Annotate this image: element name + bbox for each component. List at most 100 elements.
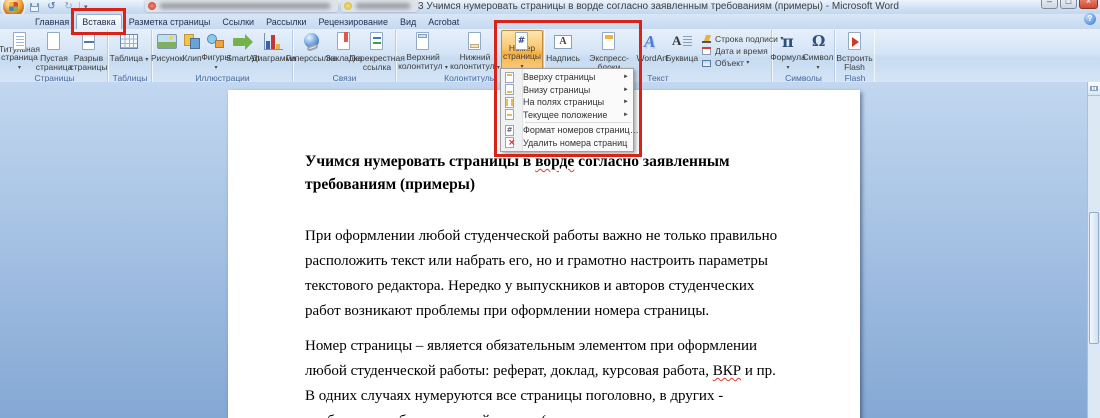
cover-page-icon bbox=[8, 32, 32, 43]
maximize-button[interactable]: □ bbox=[1060, 0, 1077, 9]
menu-item-bottom-of-page[interactable]: Внизу страницы ► bbox=[501, 84, 633, 97]
redo-icon: ↻ bbox=[64, 1, 72, 13]
tab-acrobat[interactable]: Acrobat bbox=[423, 15, 464, 29]
blurred-window-title-1 bbox=[145, 0, 338, 12]
blank-page-icon bbox=[42, 32, 66, 52]
object-button[interactable]: Объект ▾ bbox=[701, 58, 773, 68]
menu-item-current-position[interactable]: Текущее положение ► bbox=[501, 109, 633, 122]
tab-insert[interactable]: Вставка bbox=[76, 14, 121, 29]
object-icon bbox=[701, 58, 712, 68]
menu-item-remove-page-numbers[interactable]: Удалить номера страниц bbox=[501, 137, 633, 150]
tab-review[interactable]: Рецензирование bbox=[313, 15, 393, 29]
chart-icon bbox=[262, 32, 286, 52]
remove-page-numbers-icon bbox=[504, 137, 516, 148]
bottom-of-page-icon bbox=[504, 84, 516, 95]
picture-icon bbox=[155, 32, 179, 52]
shapes-button[interactable]: Фигуры ▾ bbox=[203, 30, 229, 72]
menu-item-page-margins[interactable]: На полях страницы ► bbox=[501, 96, 633, 109]
tab-home[interactable]: Главная bbox=[30, 15, 74, 29]
header-icon bbox=[411, 32, 435, 51]
tab-view[interactable]: Вид bbox=[395, 15, 421, 29]
ribbon-group-pages: Титульная страница ▾ Пустая страница Раз… bbox=[2, 30, 108, 83]
menu-separator bbox=[525, 122, 631, 123]
chevron-down-icon: ▾ bbox=[84, 4, 88, 11]
blank-page-button[interactable]: Пустая страница bbox=[37, 30, 71, 72]
table-icon bbox=[117, 32, 141, 52]
scrollbar-thumb[interactable] bbox=[1089, 212, 1099, 344]
undo-icon: ↺ bbox=[47, 1, 55, 13]
quick-parts-icon bbox=[597, 32, 621, 52]
submenu-arrow-icon: ► bbox=[623, 74, 629, 80]
help-button[interactable]: ? bbox=[1084, 13, 1096, 25]
wordart-icon bbox=[640, 32, 664, 52]
document-paragraph-2: Номер страницы – является обязательным э… bbox=[305, 334, 783, 418]
submenu-arrow-icon: ► bbox=[623, 87, 629, 93]
red-app-icon bbox=[148, 2, 156, 10]
minimize-button[interactable]: – bbox=[1041, 0, 1058, 9]
equation-button[interactable]: Формула ▾ bbox=[773, 30, 803, 72]
submenu-arrow-icon: ► bbox=[623, 112, 629, 118]
quick-parts-button[interactable]: Экспресс-блоки bbox=[581, 30, 637, 72]
qat-customize-button[interactable]: ▾ bbox=[84, 3, 88, 11]
page-break-button[interactable]: Разрыв страницы bbox=[71, 30, 106, 72]
blurred-text bbox=[356, 3, 410, 9]
save-icon bbox=[30, 3, 39, 12]
yellow-app-icon bbox=[344, 2, 352, 10]
dropdown-arrow-icon: ▾ bbox=[145, 57, 148, 63]
symbol-button[interactable]: Символ ▾ bbox=[803, 30, 833, 72]
chart-button[interactable]: Диаграмма bbox=[257, 30, 291, 72]
header-button[interactable]: Верхний колонтитул ▾ bbox=[397, 30, 449, 72]
wordart-button[interactable]: WordArt bbox=[637, 30, 667, 72]
embed-flash-button[interactable]: Встроить Flash bbox=[836, 30, 873, 72]
current-position-icon bbox=[504, 109, 516, 120]
menu-item-top-of-page[interactable]: Вверху страницы ► bbox=[501, 71, 633, 84]
smartart-icon bbox=[231, 32, 255, 52]
page-break-icon bbox=[77, 32, 101, 52]
dropdown-arrow-icon: ▾ bbox=[445, 65, 448, 71]
symbol-icon bbox=[806, 32, 830, 51]
undo-button[interactable]: ↺ bbox=[45, 1, 58, 13]
clipart-button[interactable]: Клип bbox=[181, 30, 203, 72]
cross-reference-icon bbox=[365, 32, 389, 52]
smartart-button[interactable]: SmartArt bbox=[229, 30, 257, 72]
ribbon-group-illustrations: Рисунок Клип Фигуры ▾ SmartArt Диаграмма bbox=[153, 30, 293, 83]
drop-cap-button[interactable]: Буквица bbox=[667, 30, 697, 72]
dropdown-arrow-icon: ▾ bbox=[18, 65, 21, 71]
clipart-icon bbox=[180, 32, 204, 52]
close-button[interactable]: × bbox=[1079, 0, 1098, 9]
page-number-dropdown-menu: Вверху страницы ► Внизу страницы ► На по… bbox=[500, 68, 634, 152]
tab-mailings[interactable]: Рассылки bbox=[261, 15, 311, 29]
vertical-scrollbar[interactable] bbox=[1087, 82, 1100, 418]
date-time-icon bbox=[701, 46, 712, 56]
tab-references[interactable]: Ссылки bbox=[217, 15, 259, 29]
signature-line-button[interactable]: Строка подписи ▾ bbox=[701, 34, 773, 44]
page-number-button[interactable]: Номер страницы ▾ bbox=[501, 30, 543, 72]
ribbon-group-links: Гиперссылка Закладка Перекрестная ссылка… bbox=[294, 30, 396, 83]
picture-button[interactable]: Рисунок bbox=[153, 30, 181, 72]
window-controls: – □ × bbox=[1041, 0, 1098, 9]
footer-icon bbox=[463, 32, 487, 51]
page-number-icon bbox=[510, 32, 534, 42]
table-button[interactable]: Таблица ▾ bbox=[109, 30, 149, 72]
dropdown-arrow-icon: ▾ bbox=[816, 65, 819, 71]
redo-button[interactable]: ↻ bbox=[62, 1, 75, 13]
save-button[interactable] bbox=[28, 1, 41, 13]
date-time-button[interactable]: Дата и время bbox=[701, 46, 773, 56]
dropdown-arrow-icon: ▾ bbox=[214, 65, 217, 71]
word-window: ↺ ↻ ▾ 3 Учимся нумеровать страницы в вор… bbox=[0, 0, 1100, 418]
menu-item-format-page-numbers[interactable]: Формат номеров страниц… bbox=[501, 124, 633, 137]
shapes-icon bbox=[204, 32, 228, 51]
tab-page-layout[interactable]: Разметка страницы bbox=[124, 15, 216, 29]
misspelled-word: ворде bbox=[535, 153, 574, 170]
blurred-text bbox=[160, 3, 330, 9]
embed-flash-icon bbox=[843, 32, 867, 52]
text-box-button[interactable]: Надпись bbox=[545, 30, 581, 72]
ruler-toggle-button[interactable] bbox=[1088, 82, 1100, 96]
window-title: 3 Учимся нумеровать страницы в ворде сог… bbox=[418, 1, 899, 13]
footer-button[interactable]: Нижний колонтитул ▾ bbox=[449, 30, 501, 72]
cover-page-button[interactable]: Титульная страница ▾ bbox=[2, 30, 37, 72]
signature-line-icon bbox=[701, 34, 712, 44]
hyperlink-button[interactable]: Гиперссылка bbox=[294, 30, 329, 72]
cross-reference-button[interactable]: Перекрестная ссылка bbox=[359, 30, 395, 72]
blurred-window-title-2 bbox=[341, 0, 418, 12]
